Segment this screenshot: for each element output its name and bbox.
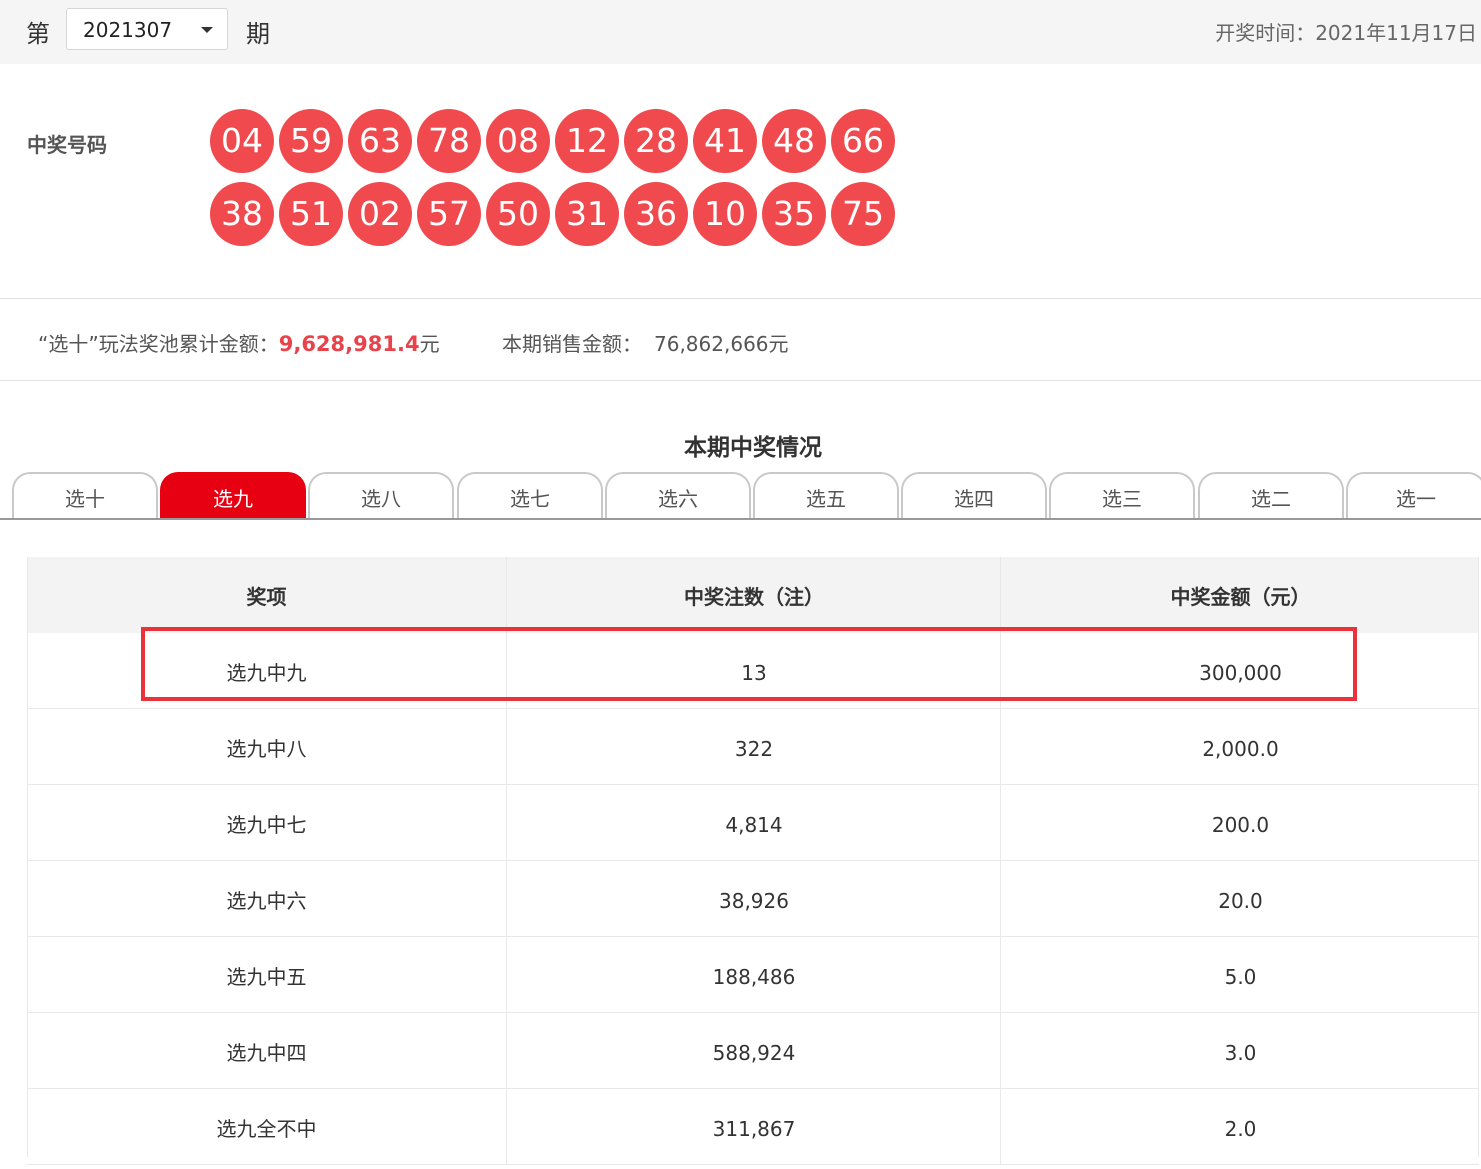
table-cell: 13 — [506, 633, 1001, 709]
table-cell: 200.0 — [1000, 785, 1480, 861]
period-select[interactable]: 2021307 — [66, 8, 228, 50]
header-cell: 中奖注数（注） — [506, 557, 1001, 633]
table-cell: 选九中四 — [226, 1041, 307, 1065]
number-ball: 66 — [831, 109, 895, 173]
table-cell: 3.0 — [1000, 1013, 1480, 1089]
pool-label: “选十”玩法奖池累计金额： — [38, 332, 279, 356]
tab-2[interactable]: 选九 — [160, 472, 306, 520]
number-ball: 36 — [624, 182, 688, 246]
number-ball: 48 — [762, 109, 826, 173]
tab-9[interactable]: 选二 — [1198, 472, 1344, 518]
tab-5[interactable]: 选六 — [605, 472, 751, 518]
number-ball: 51 — [279, 182, 343, 246]
header-bar: 第 2021307 期 开奖时间：2021年11月17日 — [0, 0, 1481, 64]
table-cell: 选九中九 — [226, 661, 307, 685]
tab-10[interactable]: 选一 — [1346, 472, 1481, 518]
number-ball: 63 — [348, 109, 412, 173]
table-cell: 20.0 — [1000, 861, 1480, 937]
table-row: 选九中七 4,814 200.0 — [27, 785, 1479, 861]
table-row: 选九中六 38,926 20.0 — [27, 861, 1479, 937]
table-header: 奖项 中奖注数（注） 中奖金额（元） — [27, 557, 1479, 633]
period-suffix: 期 — [246, 20, 270, 48]
divider — [0, 380, 1481, 381]
number-ball: 38 — [210, 182, 274, 246]
table-cell: 选九全不中 — [216, 1117, 317, 1141]
divider — [0, 298, 1481, 299]
chevron-down-icon — [201, 27, 213, 33]
winning-numbers-label: 中奖号码 — [27, 133, 107, 157]
table-cell: 38,926 — [506, 861, 1001, 937]
table-cell: 300,000 — [1000, 633, 1480, 709]
period-value: 2021307 — [83, 18, 173, 42]
number-ball: 28 — [624, 109, 688, 173]
number-ball: 12 — [555, 109, 619, 173]
tab-3[interactable]: 选八 — [308, 472, 454, 518]
table-row: 选九中八 322 2,000.0 — [27, 709, 1479, 785]
sales-value: 76,862,666元 — [654, 332, 789, 356]
table-cell: 588,924 — [506, 1013, 1001, 1089]
table-row: 选九中四 588,924 3.0 — [27, 1013, 1479, 1089]
tabs-baseline — [0, 518, 1481, 520]
table-cell: 188,486 — [506, 937, 1001, 1013]
table-cell: 5.0 — [1000, 937, 1480, 1013]
tab-8[interactable]: 选三 — [1049, 472, 1195, 518]
table-cell: 311,867 — [506, 1089, 1001, 1165]
table-cell: 选九中五 — [226, 965, 307, 989]
section-title: 本期中奖情况 — [684, 435, 822, 461]
table-cell: 4,814 — [506, 785, 1001, 861]
table-cell: 选九中八 — [226, 737, 307, 761]
number-ball: 57 — [417, 182, 481, 246]
number-ball: 10 — [693, 182, 757, 246]
pool-unit: 元 — [419, 332, 440, 356]
number-ball: 35 — [762, 182, 826, 246]
tab-7[interactable]: 选四 — [901, 472, 1047, 518]
number-ball: 41 — [693, 109, 757, 173]
number-ball: 31 — [555, 182, 619, 246]
number-ball: 08 — [486, 109, 550, 173]
table-cell: 选九中七 — [226, 813, 307, 837]
header-cell: 中奖金额（元） — [1000, 557, 1480, 633]
pool-amount: 9,628,981.4 — [278, 332, 420, 356]
sales-label: 本期销售金额： — [502, 332, 642, 356]
number-ball: 02 — [348, 182, 412, 246]
draw-time: 开奖时间：2021年11月17日 — [1215, 21, 1477, 45]
number-ball: 04 — [210, 109, 274, 173]
tab-1[interactable]: 选十 — [12, 472, 158, 518]
pool-info: “选十”玩法奖池累计金额：9,628,981.4元 — [38, 328, 440, 357]
sales-info: 本期销售金额： 76,862,666元 — [502, 328, 789, 357]
table-row: 选九中五 188,486 5.0 — [27, 937, 1479, 1013]
table-cell: 322 — [506, 709, 1001, 785]
play-type-tabs: 选十 选九 选八 选七 选六 选五 选四 选三 选二 选一 — [0, 472, 1481, 520]
period-prefix: 第 — [26, 20, 50, 48]
number-ball: 78 — [417, 109, 481, 173]
table-cell: 选九中六 — [226, 889, 307, 913]
header-cell: 奖项 — [246, 585, 287, 609]
table-cell: 2,000.0 — [1000, 709, 1480, 785]
tab-4[interactable]: 选七 — [457, 472, 603, 518]
table-cell: 2.0 — [1000, 1089, 1480, 1165]
table-row: 选九中九 13 300,000 — [27, 633, 1479, 709]
table-row: 选九全不中 311,867 2.0 — [27, 1089, 1479, 1165]
tab-6[interactable]: 选五 — [753, 472, 899, 518]
number-ball: 59 — [279, 109, 343, 173]
number-ball: 75 — [831, 182, 895, 246]
number-ball: 50 — [486, 182, 550, 246]
